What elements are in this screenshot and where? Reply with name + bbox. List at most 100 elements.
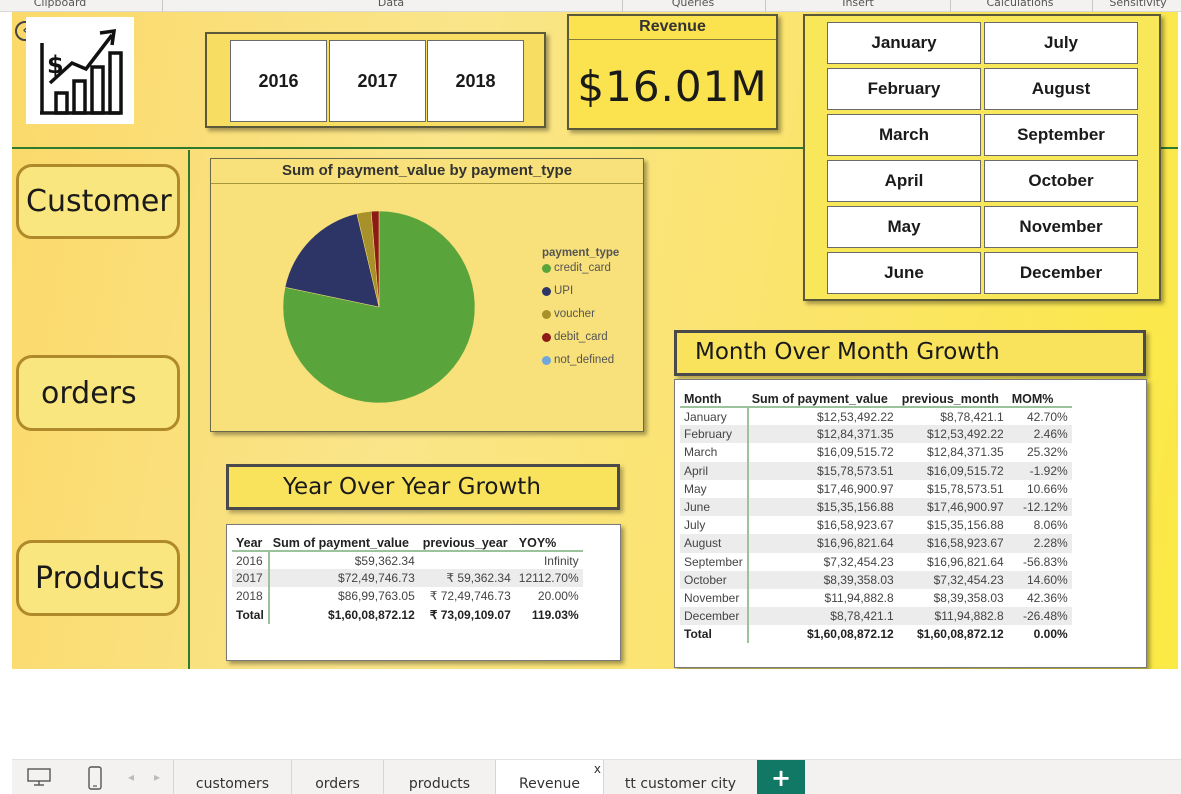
mobile-view-icon[interactable] bbox=[88, 766, 102, 793]
month-button-september[interactable]: September bbox=[984, 114, 1138, 156]
month-button-may[interactable]: May bbox=[827, 206, 981, 248]
mom-cell: June bbox=[680, 497, 749, 517]
table-row[interactable]: November $11,94,882.8 $8,39,358.03 42.36% bbox=[680, 588, 1072, 608]
revenue-growth-logo-icon: $ bbox=[26, 17, 134, 124]
ribbon-group-insert[interactable]: Insert bbox=[842, 0, 874, 9]
table-row[interactable]: April $15,78,573.51 $16,09,515.72 -1.92% bbox=[680, 461, 1072, 480]
mom-cell: 25.32% bbox=[1027, 445, 1068, 460]
year-slicer: 2016 2017 2018 bbox=[205, 32, 546, 128]
mom-cell: $12,53,492.22 bbox=[897, 425, 1008, 444]
table-row[interactable]: 2018 $86,99,763.05 ₹ 72,49,746.73 20.00% bbox=[232, 587, 583, 606]
month-button-july[interactable]: July bbox=[984, 22, 1138, 64]
mom-header-0[interactable]: Month bbox=[680, 385, 748, 408]
mom-cell: $8,78,421.1 bbox=[747, 607, 898, 626]
yoy-header-2[interactable]: previous_year bbox=[418, 529, 515, 552]
month-button-november[interactable]: November bbox=[984, 206, 1138, 248]
tab-customers[interactable]: customers bbox=[173, 760, 291, 794]
mom-cell: $15,78,573.51 bbox=[747, 461, 898, 480]
scroll-left-icon[interactable]: ◂ bbox=[128, 770, 134, 784]
table-row[interactable]: January $12,53,492.22 $8,78,421.1 42.70% bbox=[680, 407, 1072, 426]
mom-cell: 2.28% bbox=[1007, 534, 1072, 553]
mom-cell: $16,58,923.67 bbox=[816, 518, 894, 533]
table-row[interactable]: May $17,46,900.97 $15,78,573.51 10.66% bbox=[680, 479, 1072, 498]
mom-cell: $12,84,371.35 bbox=[747, 425, 898, 444]
table-row[interactable]: September $7,32,454.23 $16,96,821.64 -56.83… bbox=[680, 552, 1072, 571]
ribbon-group-calculations[interactable]: Calculations bbox=[986, 0, 1053, 9]
mom-cell: $16,96,821.64 bbox=[926, 554, 1004, 569]
mom-cell: 8.06% bbox=[1033, 518, 1068, 533]
legend-dot bbox=[542, 310, 551, 319]
mom-cell: $16,96,821.64 bbox=[747, 534, 898, 553]
mom-cell: -1.92% bbox=[1007, 461, 1072, 480]
year-button-2017[interactable]: 2017 bbox=[329, 40, 426, 122]
legend-item-UPI[interactable]: UPI bbox=[542, 285, 619, 308]
nav-button-products[interactable]: Products bbox=[16, 540, 180, 616]
mom-cell: November bbox=[680, 588, 749, 608]
revenue-title: Revenue bbox=[569, 16, 776, 40]
tab-tt-customer-city[interactable]: tt customer city bbox=[603, 760, 757, 794]
ribbon-group-sensitivity[interactable]: Sensitivity bbox=[1109, 0, 1166, 9]
mom-cell: $12,53,492.22 bbox=[816, 409, 894, 424]
month-button-march[interactable]: March bbox=[827, 114, 981, 156]
table-row[interactable]: December $8,78,421.1 $11,94,882.8 -26.48% bbox=[680, 607, 1072, 626]
month-button-january[interactable]: January bbox=[827, 22, 981, 64]
yoy-header-0[interactable]: Year bbox=[232, 529, 269, 552]
month-button-april[interactable]: April bbox=[827, 160, 981, 202]
month-button-october[interactable]: October bbox=[984, 160, 1138, 202]
mom-cell: $16,09,515.72 bbox=[897, 461, 1008, 480]
legend-item-voucher[interactable]: voucher bbox=[542, 308, 619, 331]
legend-item-debit-card[interactable]: debit_card bbox=[542, 331, 619, 354]
add-page-icon[interactable]: + bbox=[757, 760, 805, 794]
month-button-august[interactable]: August bbox=[984, 68, 1138, 110]
close-tab-icon[interactable]: x bbox=[594, 762, 601, 776]
mom-cell: 14.60% bbox=[1007, 570, 1072, 589]
table-row[interactable]: March $16,09,515.72 $12,84,371.35 25.32% bbox=[680, 443, 1072, 462]
mom-total-cell: $1,60,08,872.12 bbox=[916, 627, 1004, 642]
tab-orders[interactable]: orders bbox=[291, 760, 383, 794]
nav-button-customer[interactable]: Customer bbox=[16, 164, 180, 239]
desktop-view-icon[interactable] bbox=[27, 768, 51, 789]
table-row[interactable]: 2017 $72,49,746.73 ₹ 59,362.34 12112.70% bbox=[232, 569, 583, 588]
divider-vertical bbox=[188, 150, 190, 669]
mom-header-3[interactable]: MOM% bbox=[1007, 385, 1072, 408]
mom-cell: April bbox=[680, 461, 749, 480]
mom-cell: 42.70% bbox=[1027, 409, 1068, 424]
ribbon-group-queries[interactable]: Queries bbox=[672, 0, 714, 9]
mom-cell: $17,46,900.97 bbox=[897, 497, 1008, 517]
yoy-header-3[interactable]: YOY% bbox=[514, 529, 583, 552]
ribbon-group-clipboard[interactable]: Clipboard bbox=[34, 0, 87, 9]
legend-item-not-defined[interactable]: not_defined bbox=[542, 354, 619, 377]
revenue-card: Revenue $16.01M bbox=[567, 14, 778, 130]
legend-label: not_defined bbox=[554, 354, 615, 366]
month-button-february[interactable]: February bbox=[827, 68, 981, 110]
table-row[interactable]: July $16,58,923.67 $15,35,156.88 8.06% bbox=[680, 516, 1072, 535]
table-row[interactable]: February $12,84,371.35 $12,53,492.22 2.46% bbox=[680, 425, 1072, 444]
ribbon-group-data[interactable]: Data bbox=[378, 0, 404, 9]
legend-label: voucher bbox=[554, 308, 595, 320]
yoy-cell: $86,99,763.05 bbox=[338, 589, 415, 604]
mom-total-cell: $1,60,08,872.12 bbox=[806, 627, 894, 642]
pie-chart[interactable] bbox=[281, 209, 481, 409]
nav-button-orders[interactable]: orders bbox=[16, 355, 180, 431]
tab-label: Revenue bbox=[519, 776, 580, 792]
month-button-december[interactable]: December bbox=[984, 252, 1138, 294]
legend-item-credit-card[interactable]: credit_card bbox=[542, 262, 619, 285]
month-button-june[interactable]: June bbox=[827, 252, 981, 294]
mom-header-1[interactable]: Sum of payment_value bbox=[747, 385, 898, 408]
table-row[interactable]: 2016 $59,362.34 Infinity bbox=[232, 551, 583, 570]
mom-cell: September bbox=[680, 552, 749, 571]
yoy-cell: ₹ 72,49,746.73 bbox=[429, 589, 511, 604]
yoy-header-1[interactable]: Sum of payment_value bbox=[268, 529, 419, 552]
legend-label: UPI bbox=[554, 285, 574, 297]
mom-header-2[interactable]: previous_month bbox=[897, 385, 1008, 408]
tab-products[interactable]: products bbox=[383, 760, 495, 794]
yoy-cell: Infinity bbox=[543, 553, 579, 568]
table-row[interactable]: October $8,39,358.03 $7,32,454.23 14.60% bbox=[680, 570, 1072, 589]
scroll-right-icon[interactable]: ▸ bbox=[154, 770, 160, 784]
year-button-2016[interactable]: 2016 bbox=[230, 40, 327, 122]
year-button-2018[interactable]: 2018 bbox=[427, 40, 524, 122]
table-row[interactable]: June $15,35,156.88 $17,46,900.97 -12.12% bbox=[680, 497, 1072, 517]
table-row[interactable]: August $16,96,821.64 $16,58,923.67 2.28% bbox=[680, 534, 1072, 553]
tab-revenue[interactable]: Revenue x bbox=[495, 760, 603, 794]
yoy-section-title: Year Over Year Growth bbox=[226, 464, 620, 510]
